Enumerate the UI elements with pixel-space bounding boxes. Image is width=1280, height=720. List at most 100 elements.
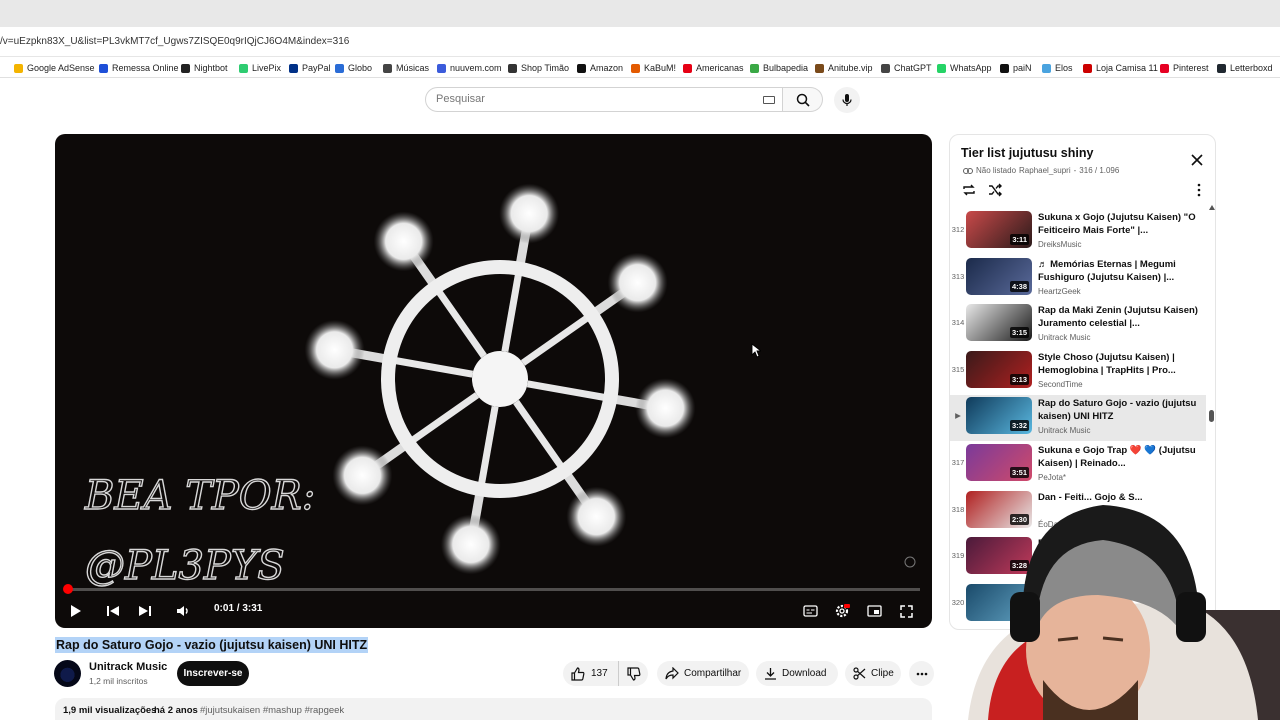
volume-button[interactable] — [172, 600, 194, 622]
bookmark-item[interactable]: Amazon — [577, 61, 623, 75]
search-button[interactable] — [783, 87, 823, 112]
previous-button[interactable] — [102, 600, 124, 622]
close-icon[interactable] — [1190, 153, 1204, 167]
playlist-item[interactable]: 314 3:15 Rap da Maki Zenin (Jujutsu Kaisen… — [950, 302, 1206, 348]
bookmark-item[interactable]: PayPal — [289, 61, 331, 75]
bookmark-label: KaBuM! — [644, 63, 677, 73]
play-icon — [71, 605, 81, 617]
playlist-item-title[interactable]: Sukuna e Gojo Trap ❤️ 💙 (Jujutsu Kaisen)… — [1038, 444, 1198, 470]
shuffle-icon[interactable] — [987, 182, 1003, 198]
fullscreen-button[interactable] — [895, 600, 917, 622]
playlist-item-title[interactable]: Sukuna x Gojo (Jujutsu Kaisen) "O Feitic… — [1038, 211, 1198, 237]
playlist-item-title[interactable]: Rap da Maki Zenin (Jujutsu Kaisen) Juram… — [1038, 304, 1198, 330]
thumbs-up-icon — [571, 666, 585, 681]
settings-button[interactable] — [831, 600, 853, 622]
bookmark-favicon-icon — [1083, 63, 1092, 73]
bookmark-item[interactable]: Letterboxd — [1217, 61, 1273, 75]
wheel-spoke — [501, 272, 523, 353]
playlist-item-thumbnail[interactable]: 3:15 — [966, 304, 1032, 342]
bookmark-item[interactable]: ChatGPT — [881, 61, 932, 75]
dislike-button[interactable] — [618, 661, 648, 686]
play-button[interactable] — [65, 600, 87, 622]
miniplayer-button[interactable] — [863, 600, 885, 622]
clip-label: Clipe — [871, 668, 894, 679]
bookmark-item[interactable]: nuuvem.com — [437, 61, 502, 75]
voice-search-button[interactable] — [834, 87, 860, 113]
bookmark-label: Globo — [348, 63, 373, 73]
bookmark-label: Loja Camisa 11 — [1096, 63, 1158, 73]
wheel-knob — [566, 486, 627, 547]
subscribe-button[interactable]: Inscrever-se — [177, 661, 249, 686]
bookmark-item[interactable]: Globo — [335, 61, 372, 75]
channel-avatar[interactable] — [54, 660, 81, 687]
description-box[interactable]: 1,9 mil visualizações há 2 anos #jujutsu… — [55, 698, 932, 720]
bookmark-item[interactable]: Pinterest — [1160, 61, 1209, 75]
bookmark-label: Google AdSense — [27, 63, 95, 73]
bookmark-item[interactable]: paiN — [1000, 61, 1032, 75]
next-button[interactable] — [134, 600, 156, 622]
bookmark-favicon-icon — [881, 63, 890, 73]
more-actions-button[interactable] — [909, 661, 934, 686]
mic-icon — [842, 94, 852, 106]
progress-scrubber[interactable] — [63, 584, 73, 594]
bookmark-item[interactable]: WhatsApp — [937, 61, 992, 75]
bookmark-item[interactable]: LivePix — [239, 61, 281, 75]
bookmark-favicon-icon — [335, 63, 344, 73]
playlist-item-thumbnail[interactable]: 3:32 — [966, 397, 1032, 435]
playlist-status: Não listado — [976, 166, 1017, 175]
bookmark-favicon-icon — [99, 63, 108, 73]
progress-bar[interactable] — [67, 588, 920, 591]
like-count: 137 — [591, 668, 608, 679]
playlist-owner[interactable]: Raphael_supri — [1019, 166, 1071, 175]
playlist-item-thumbnail[interactable]: 3:11 — [966, 211, 1032, 248]
bookmark-item[interactable]: Google AdSense — [14, 61, 95, 75]
captions-button[interactable] — [799, 600, 821, 622]
bookmark-item[interactable]: Nightbot — [181, 61, 228, 75]
scissors-icon — [853, 667, 866, 680]
playlist-item-thumbnail[interactable]: 3:13 — [966, 350, 1032, 388]
bookmark-item[interactable]: Músicas — [383, 61, 429, 75]
clip-button[interactable]: Clipe — [845, 661, 901, 686]
share-button[interactable]: Compartilhar — [657, 661, 749, 686]
playlist-item-title[interactable]: Rap do Saturo Gojo - vazio (jujutsu kais… — [1038, 397, 1198, 423]
download-button[interactable]: Download — [756, 661, 838, 686]
bookmark-item[interactable]: Bulbapedia — [750, 61, 808, 75]
bookmark-label: Americanas — [696, 63, 744, 73]
bookmark-label: ChatGPT — [894, 63, 932, 73]
bookmark-item[interactable]: KaBuM! — [631, 61, 676, 75]
bookmark-favicon-icon — [1000, 63, 1009, 73]
download-label: Download — [782, 668, 827, 679]
bookmark-item[interactable]: Anitube.vip — [815, 61, 873, 75]
bookmark-item[interactable]: Shop Timão — [508, 61, 569, 75]
address-bar[interactable]: /v=uEzpkn83X_U&list=PL3vkMT7cf_Ugws7ZISQ… — [0, 27, 1280, 57]
volume-icon — [177, 606, 188, 616]
playlist-item-title[interactable]: ♬ Memórias Eternas | Megumi Fushiguro (J… — [1038, 258, 1198, 284]
bookmark-item[interactable]: Americanas — [683, 61, 744, 75]
video-player[interactable]: BEA TPOR: @PL3PYS 0:01 / 3:31 — [55, 134, 932, 628]
keyboard-icon[interactable] — [763, 96, 775, 104]
playlist-item[interactable]: 313 4:38 ♬ Memórias Eternas | Megumi Fushi… — [950, 256, 1206, 302]
playlist-item-duration: 3:32 — [1009, 420, 1029, 432]
playlist-item-title[interactable]: Style Choso (Jujutsu Kaisen) | Hemoglobi… — [1038, 351, 1198, 377]
playlist-item-thumbnail[interactable]: 3:51 — [966, 444, 1032, 481]
playlist-item-current[interactable]: ▶ 3:32 Rap do Saturo Gojo - vazio (jujutsu… — [950, 395, 1206, 442]
bookmark-item[interactable]: Loja Camisa 11 — [1083, 61, 1158, 75]
bookmark-favicon-icon — [14, 63, 23, 73]
playlist-item[interactable]: 312 3:11 Sukuna x Gojo (Jujutsu Kaisen) "O… — [950, 209, 1206, 255]
bookmark-item[interactable]: Elos — [1042, 61, 1073, 75]
channel-name[interactable]: Unitrack Music — [89, 661, 167, 673]
bookmark-item[interactable]: Remessa Online — [99, 61, 179, 75]
url-text[interactable]: /v=uEzpkn83X_U&list=PL3vkMT7cf_Ugws7ZISQ… — [0, 36, 349, 47]
search-input[interactable] — [436, 93, 736, 105]
playlist-item-index: 317 — [951, 458, 965, 467]
playlist-item[interactable]: 315 3:13 Style Choso (Jujutsu Kaisen) | He… — [950, 349, 1206, 395]
more-vertical-icon[interactable] — [1193, 182, 1205, 198]
search-box[interactable] — [425, 87, 783, 112]
playlist-item-thumbnail[interactable]: 4:38 — [966, 257, 1032, 295]
loop-icon[interactable] — [961, 182, 977, 198]
playlist-title[interactable]: Tier list jujutusu shiny — [961, 146, 1093, 160]
hashtags[interactable]: #jujutsukaisen #mashup #rapgeek — [200, 705, 344, 716]
playlist-item-channel: SecondTime — [1038, 379, 1083, 389]
like-button[interactable]: 137 — [563, 661, 618, 686]
wheel-spoke — [526, 380, 607, 402]
